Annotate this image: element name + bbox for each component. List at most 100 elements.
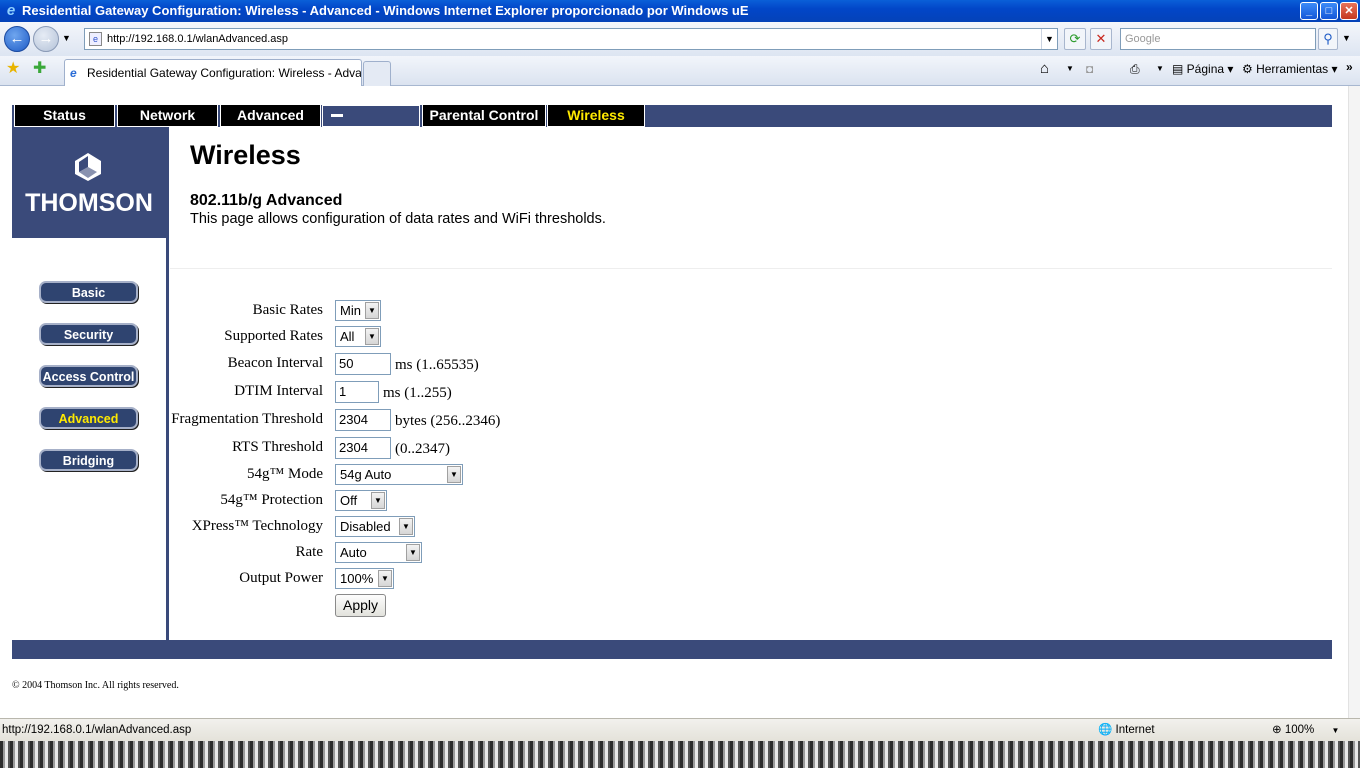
close-window-button[interactable]: ✕ [1340,2,1358,20]
taskbar-strip [0,741,1360,768]
sidebar-item-access-control[interactable]: Access Control [39,365,138,387]
sidebar-item-advanced[interactable]: Advanced [39,407,138,429]
status-url: http://192.168.0.1/wlanAdvanced.asp [2,724,192,736]
history-dropdown-icon[interactable]: ▼ [62,33,71,43]
page-description: This page allows configuration of data r… [190,211,606,227]
output-power-label: Output Power [239,570,323,586]
mode-54g-value: 54g Auto [340,467,392,482]
rate-label: Rate [295,544,324,560]
chevron-down-icon: ▼ [447,466,461,483]
feeds-icon[interactable]: ◘ [1086,60,1093,78]
apply-button[interactable]: Apply [335,594,386,617]
logo-brand-text: THOMSON [25,189,153,217]
nav-blank-slot [322,105,420,127]
page-menu-label: Página [1186,62,1225,76]
home-dropdown-icon[interactable]: ▼ [1066,60,1074,78]
search-options-icon[interactable]: ▼ [1342,33,1351,43]
address-dropdown-icon[interactable]: ▼ [1041,29,1057,49]
beacon-interval-unit: ms (1..65535) [395,357,479,373]
refresh-button[interactable]: ⟳ [1064,28,1086,50]
xpress-technology-label: XPress™ Technology [191,518,323,534]
dash-mark [331,114,343,117]
nav-advanced[interactable]: Advanced [220,105,321,127]
fragmentation-threshold-unit: bytes (256..2346) [395,413,501,429]
top-navigation: Status Network Advanced Parental Control… [12,105,1332,127]
thomson-logo: THOMSON [12,127,166,238]
maximize-button[interactable]: □ [1320,2,1338,20]
zoom-icon: ⊕ [1272,724,1282,736]
nav-wireless[interactable]: Wireless [547,105,645,127]
page-menu[interactable]: ▤ Página ▾ [1172,60,1233,78]
sidebar-item-bridging[interactable]: Bridging [39,449,138,471]
rate-value: Auto [340,545,367,560]
nav-status[interactable]: Status [14,105,115,127]
sidebar-item-security[interactable]: Security [39,323,138,345]
dtim-interval-input[interactable]: 1 [335,381,379,403]
stop-button[interactable]: ✕ [1090,28,1112,50]
protection-54g-select[interactable]: Off ▼ [335,490,387,511]
zoom-value: 100% [1284,724,1315,736]
zoom-dropdown-icon: ▼ [1331,726,1340,735]
footer-bar [12,640,1332,659]
mode-54g-select[interactable]: 54g Auto ▼ [335,464,463,485]
xpress-technology-value: Disabled [340,519,391,534]
protection-54g-value: Off [340,493,358,508]
address-text: http://192.168.0.1/wlanAdvanced.asp [107,33,289,45]
add-favorite-icon[interactable]: ✚ [33,58,46,78]
page-content [0,86,1360,718]
window-titlebar: e Residential Gateway Configuration: Wir… [0,0,1360,22]
internet-zone: 🌐 Internet [1098,719,1155,741]
minimize-button[interactable]: _ [1300,2,1318,20]
rate-select[interactable]: Auto ▼ [335,542,422,563]
basic-rates-select[interactable]: Min ▼ [335,300,381,321]
nav-network[interactable]: Network [117,105,218,127]
rts-threshold-unit: (0..2347) [395,441,450,457]
rts-threshold-label: RTS Threshold [232,439,323,455]
browser-statusbar: http://192.168.0.1/wlanAdvanced.asp 🌐 In… [0,718,1360,741]
sidebar-divider [166,127,169,640]
output-power-value: 100% [340,571,374,586]
ie-logo-icon: e [6,2,16,19]
print-dropdown-icon[interactable]: ▼ [1156,60,1164,78]
supported-rates-select[interactable]: All ▼ [335,326,381,347]
beacon-interval-input[interactable]: 50 [335,353,391,375]
basic-rates-label: Basic Rates [252,302,323,318]
zoom-control[interactable]: ⊕ 100% ▼ [1272,719,1339,742]
tools-menu[interactable]: ⚙ Herramientas ▾ [1242,60,1337,78]
page-title: Wireless [190,140,301,170]
print-icon[interactable]: ⎙ [1130,60,1140,78]
tab-active[interactable]: e Residential Gateway Configuration: Wir… [64,59,362,86]
address-bar[interactable]: e http://192.168.0.1/wlanAdvanced.asp ▼ [84,28,1058,50]
output-power-select[interactable]: 100% ▼ [335,568,394,589]
new-tab-button[interactable] [363,61,391,86]
tab-title: Residential Gateway Configuration: Wirel… [87,66,362,80]
chevron-down-icon: ▼ [378,570,392,587]
chevron-down-icon: ▼ [365,302,379,319]
back-button[interactable]: ← [4,26,30,52]
nav-parental-control[interactable]: Parental Control [422,105,546,127]
chevron-down-icon: ▼ [365,328,379,345]
chevron-down-icon: ▼ [371,492,385,509]
thomson-mark-icon [75,153,101,181]
browser-navbar: ← → ▼ e http://192.168.0.1/wlanAdvanced.… [0,22,1360,56]
fragmentation-threshold-input[interactable]: 2304 [335,409,391,431]
tab-ie-icon: e [70,66,77,80]
sidebar-item-basic[interactable]: Basic [39,281,138,303]
favorites-star-icon[interactable]: ★ [6,58,20,78]
window-controls: _ □ ✕ [1300,2,1358,20]
supported-rates-label: Supported Rates [224,328,323,344]
supported-rates-value: All [340,329,355,344]
beacon-interval-label: Beacon Interval [227,355,323,371]
rts-threshold-input[interactable]: 2304 [335,437,391,459]
page-icon: e [89,32,102,46]
globe-icon: 🌐 [1098,724,1113,736]
search-icon[interactable]: ⚲ [1318,28,1338,50]
forward-button[interactable]: → [33,26,59,52]
xpress-technology-select[interactable]: Disabled ▼ [335,516,415,537]
search-input[interactable]: Google [1120,28,1316,50]
fragmentation-threshold-label: Fragmentation Threshold [171,411,323,427]
chevron-more-icon[interactable]: » [1346,58,1353,76]
home-icon[interactable]: ⌂ [1040,60,1049,78]
vertical-scrollbar[interactable] [1348,86,1360,718]
chevron-down-icon: ▼ [406,544,420,561]
